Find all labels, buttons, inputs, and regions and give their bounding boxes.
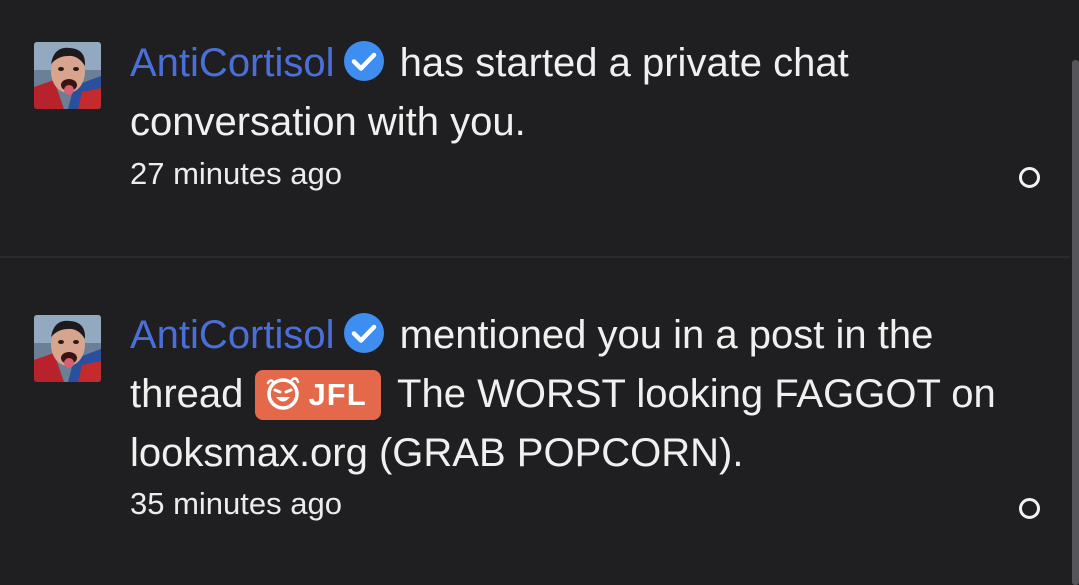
alert-timestamp: 35 minutes ago xyxy=(130,486,342,521)
mark-read-toggle[interactable] xyxy=(1019,167,1040,188)
scrollbar[interactable] xyxy=(1072,60,1079,585)
avatar[interactable] xyxy=(34,42,101,109)
thread-prefix-label: JFL xyxy=(308,377,367,412)
avatar[interactable] xyxy=(34,315,101,382)
laughing-face-icon xyxy=(265,375,301,411)
avatar-image xyxy=(34,315,101,382)
username-link[interactable]: AntiCortisol xyxy=(130,313,335,357)
alert-timestamp: 27 minutes ago xyxy=(130,156,342,191)
alert-text: AntiCortisol mentioned you in a post in … xyxy=(130,306,1010,483)
alert-item[interactable]: AntiCortisol mentioned you in a post in … xyxy=(0,258,1070,585)
verified-badge-icon xyxy=(343,40,385,82)
alert-text: AntiCortisol has started a private chat … xyxy=(130,34,1010,152)
verified-badge-icon xyxy=(343,312,385,354)
thread-prefix-badge[interactable]: JFL xyxy=(254,370,381,420)
mark-read-toggle[interactable] xyxy=(1019,498,1040,519)
avatar-image xyxy=(34,42,101,109)
alert-item[interactable]: AntiCortisol has started a private chat … xyxy=(0,0,1070,256)
username-link[interactable]: AntiCortisol xyxy=(130,41,335,85)
